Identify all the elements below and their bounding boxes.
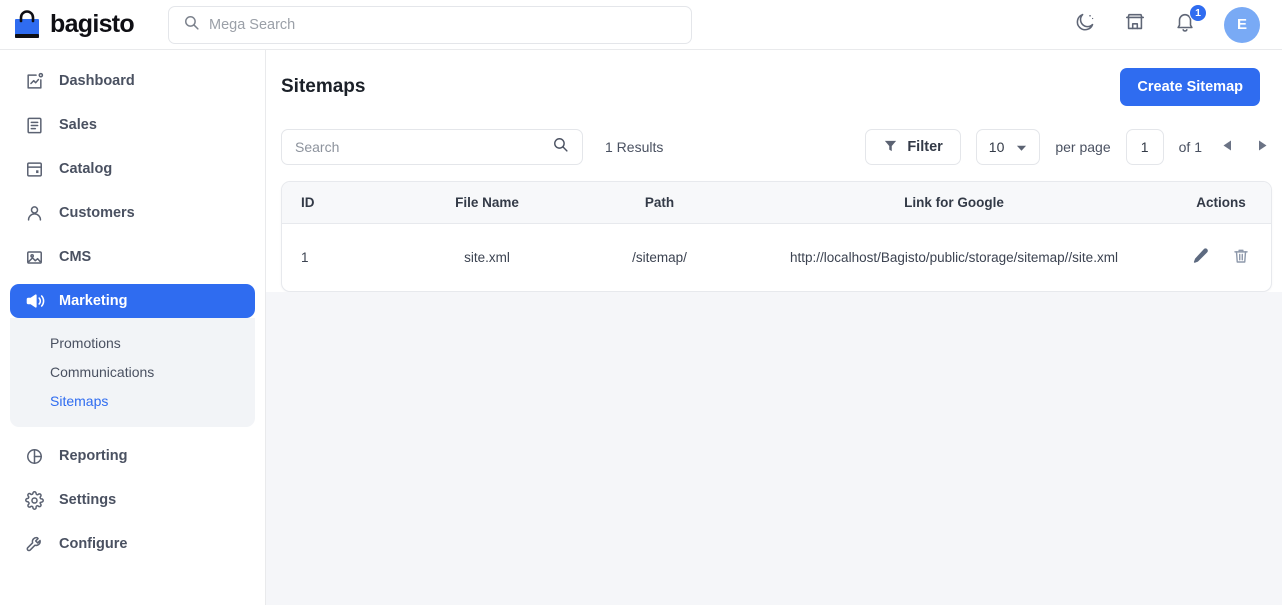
mega-search-input[interactable]: Mega Search: [168, 5, 692, 44]
search-placeholder: Search: [295, 139, 340, 155]
sidebar-item-cms[interactable]: CMS: [10, 240, 255, 274]
brand-logo[interactable]: bagisto: [12, 9, 154, 41]
next-page-button[interactable]: [1252, 133, 1272, 161]
sidebar-item-label: Marketing: [59, 293, 128, 309]
table-body: 1 site.xml /sitemap/ http://localhost/Ba…: [282, 224, 1271, 292]
filter-label: Filter: [907, 139, 943, 155]
store-switcher-button[interactable]: [1122, 12, 1148, 38]
sidebar-item-promotions[interactable]: Promotions: [10, 328, 255, 357]
chevron-right-icon: [1258, 138, 1267, 156]
per-page-label: per page: [1055, 139, 1111, 155]
sidebar-submenu-marketing: Promotions Communications Sitemaps: [10, 318, 255, 427]
moon-icon: [1074, 11, 1096, 38]
per-page-value: 10: [988, 139, 1005, 155]
sidebar-subitem-label: Promotions: [50, 334, 121, 351]
sitemaps-table: ID File Name Path Link for Google Action…: [282, 182, 1271, 291]
per-page-select[interactable]: 10: [975, 129, 1041, 165]
cell-link-for-google: http://localhost/Bagisto/public/storage/…: [790, 250, 1118, 265]
sidebar-item-label: Catalog: [59, 161, 113, 177]
notifications-button[interactable]: 1: [1172, 3, 1207, 38]
settings-gear-icon: [24, 490, 45, 511]
column-header-file-name[interactable]: File Name: [392, 182, 582, 224]
table-header-row: ID File Name Path Link for Google Action…: [282, 182, 1271, 224]
sidebar-item-label: Customers: [59, 205, 135, 221]
sidebar-item-configure[interactable]: Configure: [10, 527, 255, 561]
previous-page-button[interactable]: [1217, 133, 1237, 161]
dashboard-chart-icon: [24, 71, 45, 92]
reporting-piechart-icon: [24, 446, 45, 467]
sidebar-subitem-label: Sitemaps: [50, 392, 109, 409]
cell-file-name: site.xml: [464, 250, 510, 265]
shopping-bag-icon: [12, 9, 42, 41]
filter-button[interactable]: Filter: [865, 129, 961, 165]
cms-image-icon: [24, 247, 45, 268]
app-body: Dashboard Sales Catalog Customers CMS Ma…: [0, 50, 1282, 605]
column-header-path[interactable]: Path: [582, 182, 737, 224]
cell-path: /sitemap/: [632, 250, 687, 265]
page-header: Sitemaps Create Sitemap: [266, 50, 1282, 126]
edit-row-button[interactable]: [1192, 247, 1210, 268]
sidebar-item-sales[interactable]: Sales: [10, 108, 255, 142]
column-header-id[interactable]: ID: [282, 182, 392, 224]
total-pages-label: of 1: [1178, 139, 1202, 155]
sidebar-item-dashboard[interactable]: Dashboard: [10, 64, 255, 98]
search-icon: [183, 14, 200, 36]
toolbar-right-controls: Filter 10 per page of 1: [865, 129, 1272, 165]
store-icon: [1124, 11, 1146, 38]
sidebar-navigation: Dashboard Sales Catalog Customers CMS Ma…: [0, 50, 266, 605]
catalog-window-icon: [24, 159, 45, 180]
search-icon[interactable]: [552, 136, 569, 158]
sidebar-item-settings[interactable]: Settings: [10, 483, 255, 517]
configure-wrench-icon: [24, 534, 45, 555]
content-empty-area: [266, 292, 1282, 605]
bagisto-admin-app: bagisto Mega Search 1 E Dashboard Sales …: [0, 0, 1282, 605]
datagrid-search-input[interactable]: Search: [281, 129, 583, 165]
create-sitemap-button[interactable]: Create Sitemap: [1120, 68, 1260, 106]
dark-mode-toggle[interactable]: [1072, 12, 1098, 38]
user-avatar[interactable]: E: [1224, 6, 1260, 43]
sidebar-item-label: Dashboard: [59, 73, 135, 89]
sidebar-item-reporting[interactable]: Reporting: [10, 439, 255, 473]
datagrid-table-card: ID File Name Path Link for Google Action…: [281, 181, 1272, 292]
datagrid-table-wrapper: ID File Name Path Link for Google Action…: [266, 181, 1282, 292]
table-header: ID File Name Path Link for Google Action…: [282, 182, 1271, 224]
sidebar-item-marketing[interactable]: Marketing: [10, 284, 255, 318]
sidebar-item-customers[interactable]: Customers: [10, 196, 255, 230]
sidebar-item-label: Sales: [59, 117, 97, 133]
table-row[interactable]: 1 site.xml /sitemap/ http://localhost/Ba…: [282, 224, 1271, 292]
chevron-left-icon: [1223, 138, 1232, 156]
sidebar-item-label: Reporting: [59, 448, 128, 464]
delete-row-button[interactable]: [1232, 247, 1250, 268]
datagrid-toolbar: Search 1 Results Filter 10 per page 1 of…: [266, 126, 1282, 181]
cell-actions: [1171, 224, 1271, 292]
main-content: Sitemaps Create Sitemap Search 1 Results: [266, 50, 1282, 605]
top-navigation-bar: bagisto Mega Search 1 E: [0, 0, 1282, 50]
column-header-link-for-google[interactable]: Link for Google: [737, 182, 1171, 224]
column-header-actions: Actions: [1171, 182, 1271, 224]
sales-list-icon: [24, 115, 45, 136]
topbar-actions: 1 E: [1072, 3, 1264, 43]
sidebar-item-sitemaps[interactable]: Sitemaps: [10, 386, 255, 415]
cell-id: 1: [301, 250, 309, 265]
customers-person-icon: [24, 203, 45, 224]
marketing-megaphone-icon: [24, 291, 45, 312]
sidebar-item-label: CMS: [59, 249, 92, 265]
results-count: 1 Results: [605, 139, 664, 155]
trash-icon: [1232, 247, 1250, 268]
pencil-icon: [1192, 247, 1210, 268]
sidebar-subitem-label: Communications: [50, 363, 155, 380]
page-title: Sitemaps: [281, 76, 366, 97]
brand-name: bagisto: [50, 10, 135, 38]
sidebar-item-communications[interactable]: Communications: [10, 357, 255, 386]
sidebar-item-label: Configure: [59, 536, 128, 552]
funnel-icon: [883, 138, 898, 157]
sidebar-item-catalog[interactable]: Catalog: [10, 152, 255, 186]
chevron-down-icon: [1016, 139, 1027, 155]
sidebar-item-label: Settings: [59, 492, 117, 508]
notification-count-badge: 1: [1189, 3, 1207, 22]
page-number-input[interactable]: [1125, 129, 1164, 165]
mega-search-placeholder: Mega Search: [209, 16, 296, 33]
